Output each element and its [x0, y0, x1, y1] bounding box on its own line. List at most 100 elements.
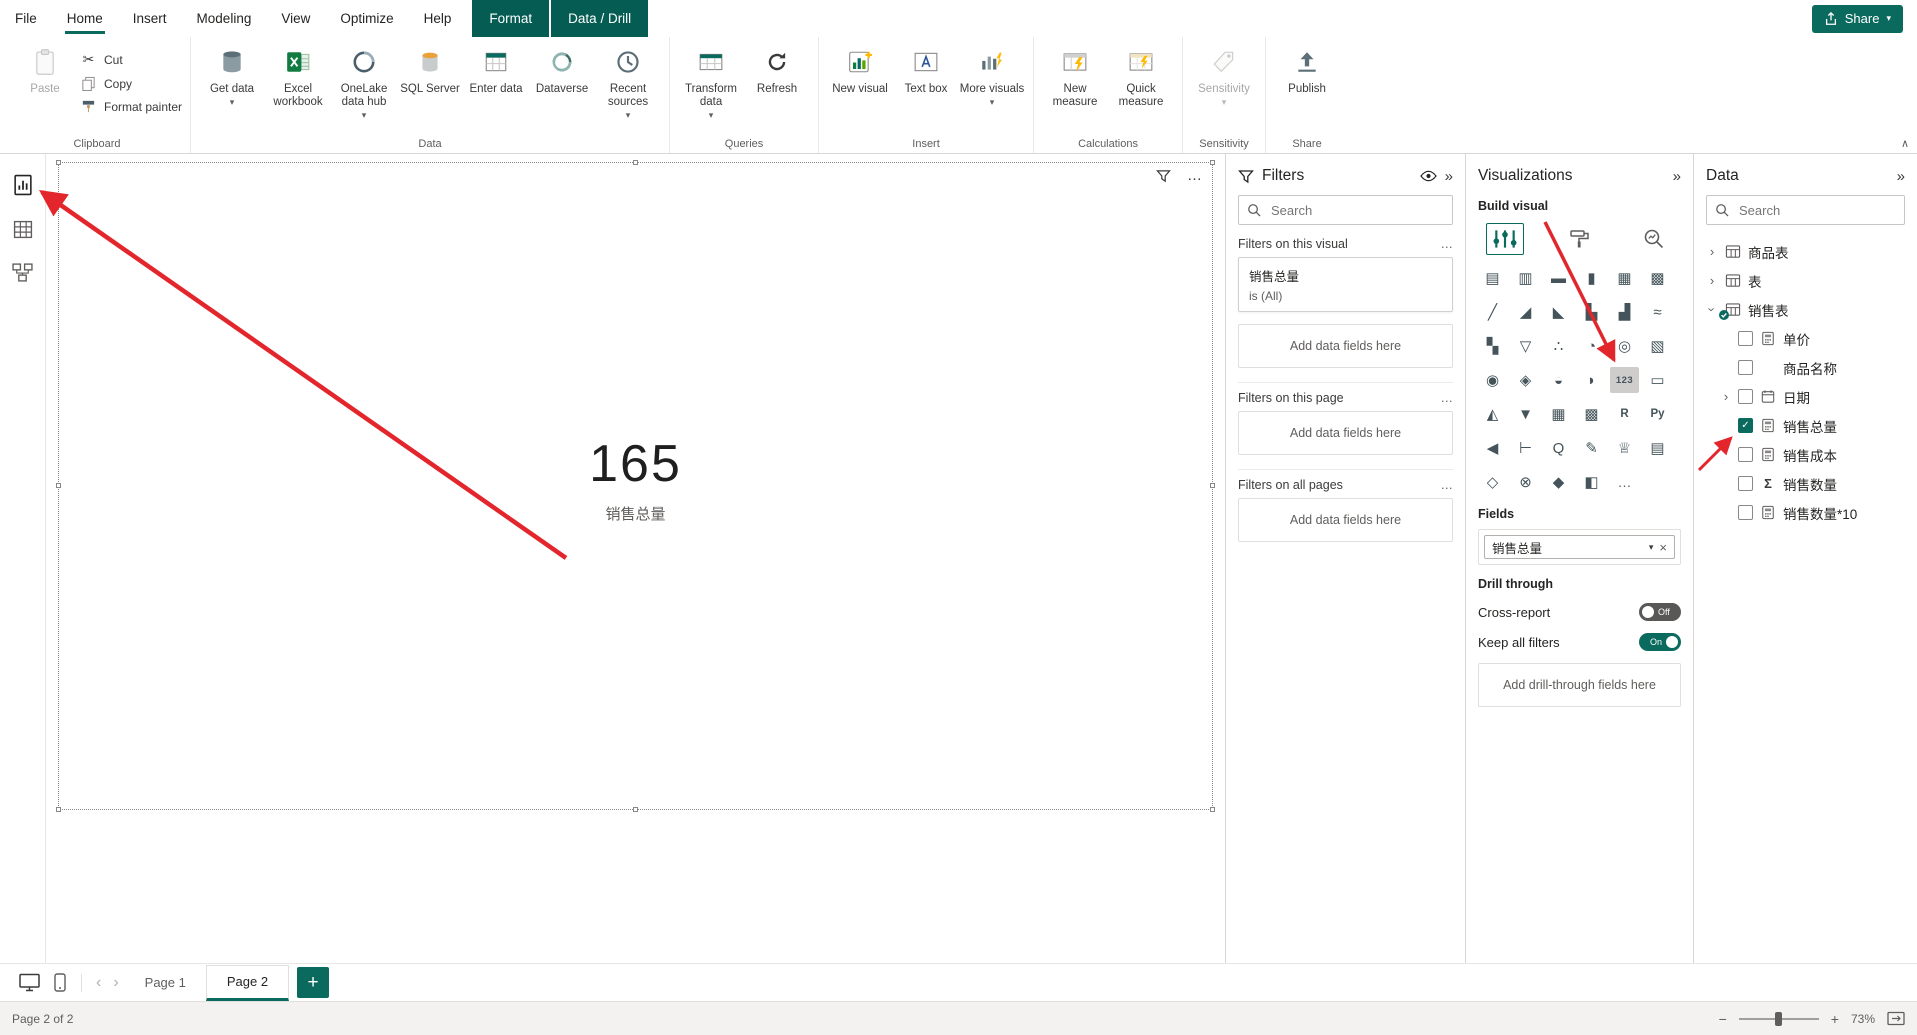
- visual-type-icon[interactable]: ▧: [1643, 333, 1672, 359]
- page-tab-selected[interactable]: Page 2: [205, 964, 290, 1001]
- visual-type-icon[interactable]: ◈: [1511, 367, 1540, 393]
- visual-type-icon[interactable]: ≈: [1643, 299, 1672, 325]
- visual-type-icon[interactable]: ◎: [1610, 333, 1639, 359]
- table-view-button[interactable]: [13, 220, 33, 239]
- data-search-input[interactable]: [1737, 201, 1896, 219]
- visual-type-icon[interactable]: ◉: [1478, 367, 1507, 393]
- visual-type-icon[interactable]: ⊗: [1511, 469, 1540, 495]
- build-visual-tab[interactable]: [1486, 223, 1524, 255]
- visual-type-icon[interactable]: ♕: [1610, 435, 1639, 461]
- field-row[interactable]: Σ 销售数量: [1706, 469, 1905, 498]
- zoom-out-button[interactable]: −: [1719, 1011, 1727, 1027]
- visual-type-icon[interactable]: ⊢: [1511, 435, 1540, 461]
- format-painter-button[interactable]: Format painter: [80, 99, 182, 114]
- visual-type-icon[interactable]: …: [1610, 469, 1639, 495]
- cross-report-toggle[interactable]: Off: [1639, 603, 1681, 621]
- chevron-right-icon[interactable]: ›: [1706, 273, 1718, 288]
- page-nav-left-icon[interactable]: ‹: [96, 974, 101, 992]
- collapse-pane-icon[interactable]: »: [1897, 168, 1905, 185]
- visual-type-icon[interactable]: ▩: [1643, 265, 1672, 291]
- resize-handle[interactable]: [632, 160, 638, 165]
- add-page-button[interactable]: +: [297, 967, 330, 998]
- visual-type-icon[interactable]: ▽: [1511, 333, 1540, 359]
- field-row[interactable]: 销售数量*10: [1706, 498, 1905, 527]
- visual-type-icon[interactable]: ◭: [1478, 401, 1507, 427]
- zoom-slider-thumb[interactable]: [1774, 1011, 1782, 1026]
- onelake-data-hub-button[interactable]: OneLake data hub ▾: [331, 42, 397, 122]
- filters-search-input[interactable]: [1269, 201, 1444, 219]
- visual-type-icon[interactable]: ▤: [1643, 435, 1672, 461]
- resize-handle[interactable]: [1210, 160, 1215, 165]
- report-page[interactable]: … 165 销售总量: [56, 160, 1215, 812]
- chevron-expanded-icon[interactable]: ›: [1705, 304, 1720, 316]
- visual-type-icon[interactable]: ▤: [1478, 265, 1507, 291]
- get-data-button[interactable]: Get data ▾: [199, 42, 265, 109]
- add-drill-through-dropzone[interactable]: Add drill-through fields here: [1478, 663, 1681, 707]
- desktop-view-icon[interactable]: [19, 973, 40, 992]
- new-measure-button[interactable]: New measure: [1042, 42, 1108, 109]
- card-visual[interactable]: 165 销售总量: [589, 434, 682, 524]
- filter-funnel-icon[interactable]: [1156, 169, 1171, 183]
- visual-type-icon[interactable]: R: [1610, 401, 1639, 427]
- chevron-right-icon[interactable]: ›: [1720, 389, 1732, 404]
- visual-type-icon[interactable]: 123: [1610, 367, 1639, 393]
- visual-type-icon[interactable]: Q: [1544, 435, 1573, 461]
- visual-type-icon[interactable]: ▬: [1544, 265, 1573, 291]
- publish-button[interactable]: Publish: [1274, 42, 1340, 96]
- refresh-button[interactable]: Refresh: [744, 42, 810, 96]
- menu-tab[interactable]: Insert: [118, 0, 182, 37]
- add-data-fields-dropzone[interactable]: Add data fields here: [1238, 498, 1453, 542]
- field-row[interactable]: › 日期: [1706, 382, 1905, 411]
- share-button[interactable]: Share ▾: [1811, 4, 1903, 33]
- visual-type-icon[interactable]: ▩: [1577, 401, 1606, 427]
- resize-handle[interactable]: [56, 160, 61, 165]
- menu-tab[interactable]: View: [266, 0, 325, 37]
- model-view-button[interactable]: [12, 263, 33, 282]
- transform-data-button[interactable]: Transform data ▾: [678, 42, 744, 122]
- cut-button[interactable]: ✂ Cut: [80, 51, 182, 68]
- paste-button[interactable]: Paste: [12, 42, 78, 96]
- visual-type-icon[interactable]: ◗: [1577, 367, 1606, 393]
- resize-handle[interactable]: [56, 483, 61, 488]
- visual-type-icon[interactable]: ▟: [1610, 299, 1639, 325]
- page-nav-right-icon[interactable]: ›: [113, 974, 118, 992]
- section-more-icon[interactable]: …: [1441, 237, 1454, 251]
- report-canvas[interactable]: … 165 销售总量: [46, 154, 1225, 963]
- sensitivity-button[interactable]: Sensitivity ▾: [1191, 42, 1257, 109]
- field-pill[interactable]: 销售总量 ▾ ×: [1484, 535, 1675, 559]
- field-row[interactable]: 单价: [1706, 324, 1905, 353]
- field-checkbox[interactable]: [1738, 389, 1753, 404]
- visual-type-icon[interactable]: ▭: [1643, 367, 1672, 393]
- chevron-right-icon[interactable]: ›: [1706, 244, 1718, 259]
- visual-type-icon[interactable]: ◀: [1478, 435, 1507, 461]
- zoom-slider[interactable]: [1738, 1011, 1819, 1026]
- sql-server-button[interactable]: SQL Server: [397, 42, 463, 96]
- visual-type-icon[interactable]: ◒: [1544, 367, 1573, 393]
- collapse-pane-icon[interactable]: »: [1673, 168, 1681, 185]
- field-checkbox[interactable]: [1738, 331, 1753, 346]
- field-checkbox[interactable]: [1738, 476, 1753, 491]
- visual-type-icon[interactable]: ▮: [1577, 265, 1606, 291]
- resize-handle[interactable]: [1210, 807, 1215, 812]
- mobile-view-icon[interactable]: [54, 973, 66, 992]
- visual-type-icon[interactable]: ◧: [1577, 469, 1606, 495]
- menu-tab[interactable]: Help: [409, 0, 467, 37]
- excel-workbook-button[interactable]: Excel workbook: [265, 42, 331, 109]
- visual-type-icon[interactable]: ▦: [1610, 265, 1639, 291]
- field-checkbox-checked[interactable]: ✓: [1738, 418, 1753, 433]
- resize-handle[interactable]: [1210, 483, 1215, 488]
- quick-measure-button[interactable]: Quick measure: [1108, 42, 1174, 109]
- more-visuals-button[interactable]: More visuals ▾: [959, 42, 1025, 109]
- visual-type-icon[interactable]: ◇: [1478, 469, 1507, 495]
- remove-field-icon[interactable]: ×: [1659, 540, 1667, 555]
- table-row[interactable]: › 商品表: [1706, 237, 1905, 266]
- field-row[interactable]: 销售成本: [1706, 440, 1905, 469]
- zoom-in-button[interactable]: +: [1831, 1011, 1839, 1027]
- tab-data-drill[interactable]: Data / Drill: [551, 0, 649, 37]
- visual-type-icon[interactable]: ◔: [1577, 333, 1606, 359]
- resize-handle[interactable]: [56, 807, 61, 812]
- visual-type-icon[interactable]: ◣: [1544, 299, 1573, 325]
- more-options-icon[interactable]: …: [1187, 167, 1203, 184]
- chevron-down-icon[interactable]: ▾: [1649, 542, 1654, 553]
- field-checkbox[interactable]: [1738, 447, 1753, 462]
